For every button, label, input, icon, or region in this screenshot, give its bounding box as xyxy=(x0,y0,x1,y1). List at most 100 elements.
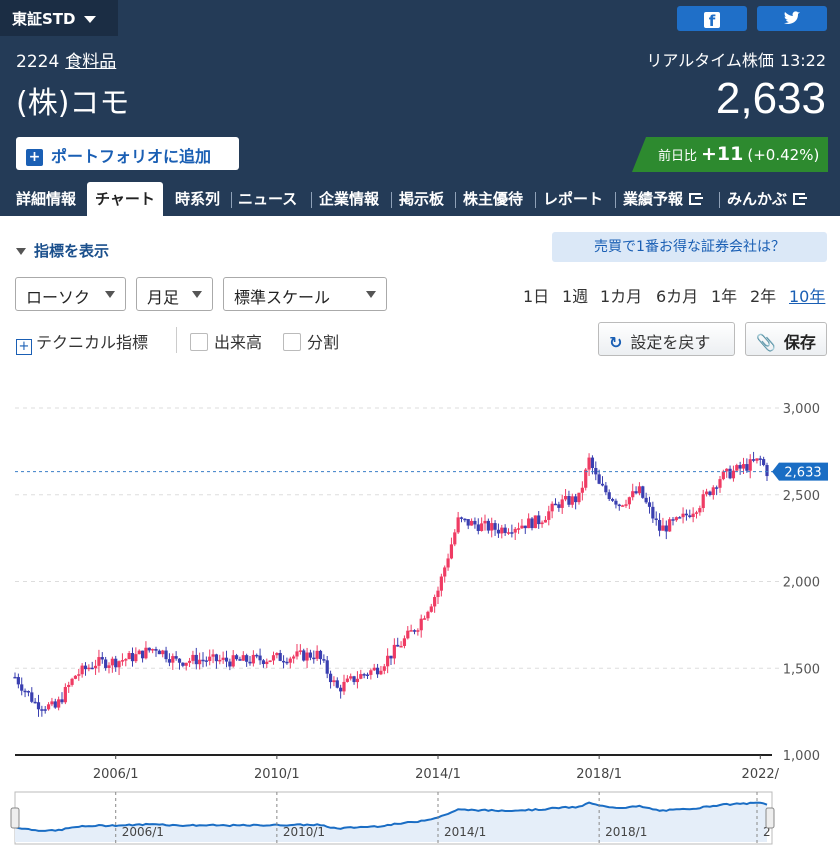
technical-indicators-button[interactable]: + テクニカル指標 xyxy=(16,329,148,355)
candle-body xyxy=(362,674,366,676)
tab-timeseries[interactable]: 時系列 xyxy=(175,182,220,216)
nav-separator xyxy=(231,192,232,208)
tab-details[interactable]: 詳細情報 xyxy=(16,182,76,216)
chart-type-select[interactable]: ローソク xyxy=(15,277,126,311)
candle-body xyxy=(496,529,501,534)
candle-body xyxy=(745,464,749,471)
candle-body xyxy=(275,652,279,656)
range-1m[interactable]: 1カ月 xyxy=(600,283,642,307)
candle-body xyxy=(375,667,380,675)
chart-type-value: ローソク xyxy=(26,288,91,307)
candle-body xyxy=(654,518,658,521)
candle-body xyxy=(681,513,685,518)
candle-body xyxy=(181,662,185,666)
range-navigator[interactable]: 2006/1 2010/1 2014/1 2018/1 2 xyxy=(10,791,775,845)
tab-company[interactable]: 企業情報 xyxy=(319,182,379,216)
candle-body xyxy=(657,520,662,531)
candle-body xyxy=(332,680,336,683)
candle-body xyxy=(701,494,705,509)
tab-chart[interactable]: チャート xyxy=(87,182,163,216)
split-checkbox[interactable]: 分割 xyxy=(283,329,339,353)
candle-body xyxy=(87,667,91,670)
candle-body xyxy=(473,520,477,525)
portfolio-label: ポートフォリオに追加 xyxy=(51,147,212,166)
technical-label: テクニカル指標 xyxy=(36,333,149,352)
twitter-icon xyxy=(783,9,801,28)
candle-body xyxy=(711,487,715,495)
candle-body xyxy=(416,630,420,632)
candle-body xyxy=(668,519,672,532)
tab-forecast[interactable]: 業績予報 xyxy=(623,182,704,216)
candlestick-series xyxy=(13,451,769,717)
candle-body xyxy=(285,661,289,664)
candle-body xyxy=(533,515,537,529)
candle-body xyxy=(110,658,114,666)
period-select[interactable]: 月足 xyxy=(136,277,213,311)
candle-body xyxy=(16,677,20,685)
candle-body xyxy=(557,504,561,508)
range-1w[interactable]: 1週 xyxy=(562,283,588,307)
candle-body xyxy=(349,676,353,679)
reset-label: 設定を戻す xyxy=(630,333,711,352)
candle-body xyxy=(419,618,423,631)
tab-board[interactable]: 掲示板 xyxy=(399,182,444,216)
candle-body xyxy=(664,525,668,532)
external-link-icon xyxy=(689,193,704,205)
tab-minkabu[interactable]: みんかぶ xyxy=(727,182,808,216)
scale-value: 標準スケール xyxy=(234,288,331,307)
range-10y[interactable]: 10年 xyxy=(789,283,825,307)
candle-body xyxy=(154,649,158,651)
candle-body xyxy=(345,678,349,682)
reset-settings-button[interactable]: ↻ 設定を戻す xyxy=(598,322,735,356)
market-selector[interactable]: 東証STD xyxy=(0,0,118,36)
plus-icon: + xyxy=(16,339,32,355)
range-1d[interactable]: 1日 xyxy=(523,283,549,307)
tab-benefits[interactable]: 株主優待 xyxy=(463,182,523,216)
range-6m[interactable]: 6カ月 xyxy=(656,283,698,307)
tab-report[interactable]: レポート xyxy=(543,182,603,216)
save-button[interactable]: 📎 保存 xyxy=(745,322,827,356)
navigator-left-handle xyxy=(10,807,20,829)
candle-body xyxy=(597,474,601,484)
candle-body xyxy=(493,523,497,530)
volume-checkbox[interactable]: 出来高 xyxy=(190,329,262,353)
facebook-share-button[interactable]: f xyxy=(677,6,747,31)
candle-body xyxy=(621,505,625,507)
candle-body xyxy=(678,517,682,519)
broker-promo-link[interactable]: 売買で1番お得な証券会社は？ xyxy=(552,232,827,262)
candle-body xyxy=(637,486,642,494)
twitter-share-button[interactable] xyxy=(757,6,827,31)
candle-body xyxy=(130,653,135,662)
candle-body xyxy=(392,644,396,659)
stock-code: 2224 食料品 xyxy=(16,47,116,72)
range-2y[interactable]: 2年 xyxy=(750,283,776,307)
candle-body xyxy=(748,459,752,471)
volume-label: 出来高 xyxy=(214,333,263,352)
show-indicators-toggle[interactable]: 指標を表示 xyxy=(16,240,109,261)
candle-body xyxy=(97,657,101,666)
candle-body xyxy=(33,701,37,704)
candle-body xyxy=(43,709,47,711)
market-label: 東証STD xyxy=(12,10,76,28)
candle-body xyxy=(456,517,460,533)
navigator-tick-label: 2018/1 xyxy=(605,825,647,839)
nav-separator xyxy=(535,192,536,208)
candle-body xyxy=(208,656,212,662)
company-name: (株)コモ xyxy=(16,86,130,121)
add-to-portfolio-button[interactable]: + ポートフォリオに追加 xyxy=(16,137,239,170)
industry-link[interactable]: 食料品 xyxy=(65,52,116,72)
y-tick-label: 1,500 xyxy=(783,662,820,677)
nav-separator xyxy=(311,192,312,208)
candle-body xyxy=(339,687,343,692)
tab-news[interactable]: ニュース xyxy=(238,182,297,216)
candle-body xyxy=(107,665,111,668)
candle-body xyxy=(292,656,296,659)
candle-body xyxy=(198,659,202,665)
candle-body xyxy=(312,657,316,660)
price-chart[interactable]: 2006/1 2010/1 2014/1 2018/1 2022/ 3,000 2,500… xyxy=(0,368,840,848)
scale-select[interactable]: 標準スケール xyxy=(223,277,387,311)
candle-body xyxy=(624,504,628,506)
external-link-icon xyxy=(793,193,808,205)
range-1y[interactable]: 1年 xyxy=(711,283,737,307)
candle-body xyxy=(325,660,329,674)
